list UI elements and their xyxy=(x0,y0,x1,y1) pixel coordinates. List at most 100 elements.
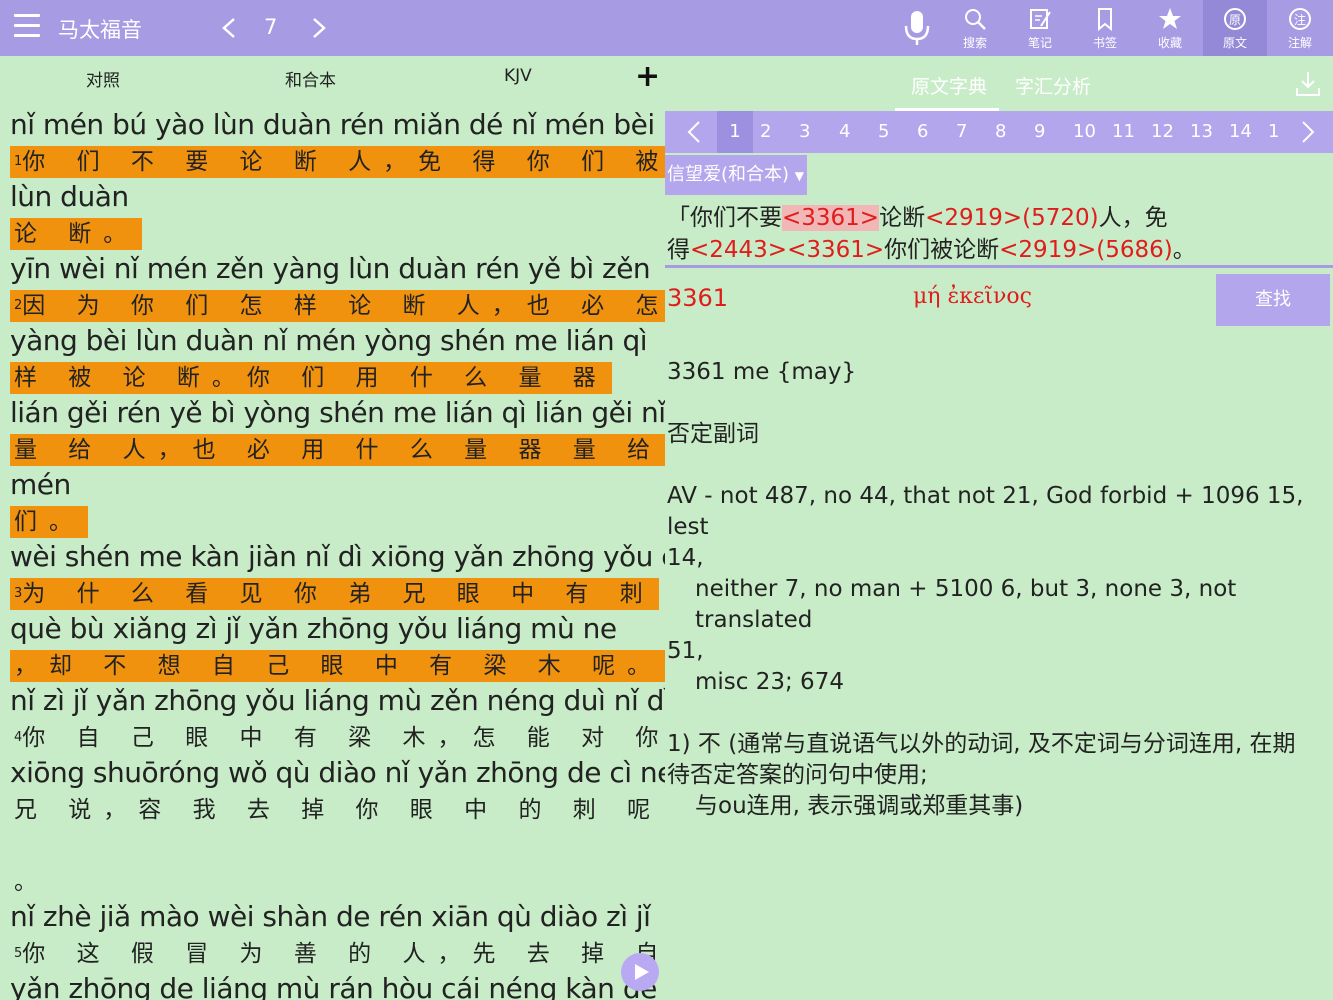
highlighted-text: 量 给 人，也 必 用 什 么 量 器 量 给 你 xyxy=(10,434,665,466)
pinyin-line: yàng bèi lùn duàn nǐ mén yòng shén me li… xyxy=(10,324,648,357)
page-4[interactable]: 4 xyxy=(839,121,850,142)
notes-button[interactable]: 笔记 xyxy=(1008,0,1072,56)
annotation-label: 注解 xyxy=(1287,36,1312,50)
chinese-line[interactable]: 样 被 论 断。你 们 用 什 么 量 器 xyxy=(10,362,655,396)
pager-next-icon[interactable] xyxy=(1299,120,1317,144)
chinese-text: 因 为 你 们 怎 样 论 断 人，也 必 怎 xyxy=(22,293,665,319)
chinese-line[interactable]: 1你 们 不 要 论 断 人，免 得 你 们 被 xyxy=(10,146,665,180)
annotation-icon: 注 xyxy=(1289,8,1311,30)
download-icon[interactable] xyxy=(1295,70,1321,98)
strong-ref[interactable]: <2919>(5686) xyxy=(999,237,1173,263)
chapter-number[interactable]: 7 xyxy=(264,15,277,39)
find-button[interactable]: 查找 xyxy=(1216,274,1330,326)
page-3[interactable]: 3 xyxy=(799,121,810,142)
definition-line: 否定副词 xyxy=(667,421,759,447)
pinyin-line: lián gěi rén yě bì yòng shén me lián qì … xyxy=(10,396,665,429)
pinyin-line: lùn duàn xyxy=(10,180,129,213)
page-10[interactable]: 10 xyxy=(1073,121,1096,142)
hamburger-menu-icon[interactable] xyxy=(14,14,40,40)
page-6[interactable]: 6 xyxy=(917,121,928,142)
tab-word-analysis[interactable]: 字汇分析 xyxy=(1015,72,1091,99)
page-15[interactable]: 1 xyxy=(1268,121,1279,142)
version-label: 信望爱(和合本) xyxy=(667,164,790,185)
pager-prev-icon[interactable] xyxy=(685,120,703,144)
original-text-icon: 原 xyxy=(1224,8,1246,30)
definition-line: 14, xyxy=(667,545,704,571)
chinese-line[interactable]: 4你 自 己 眼 中 有 梁 木，怎 能 对 你 弟 xyxy=(10,722,665,756)
previous-chapter-icon[interactable] xyxy=(218,16,240,40)
note-icon xyxy=(1030,9,1051,29)
original-text-button[interactable]: 原 原文 xyxy=(1203,0,1267,56)
chinese-text: 你 这 假 冒 为 善 的 人，先 去 掉 自 己 xyxy=(22,941,665,967)
section-divider xyxy=(665,265,1333,268)
pinyin-line: què bù xiǎng zì jǐ yǎn zhōng yǒu liáng m… xyxy=(10,612,617,645)
chinese-line[interactable]: 论 断。 xyxy=(10,218,655,252)
chinese-line[interactable]: 5你 这 假 冒 为 善 的 人，先 去 掉 自 己 xyxy=(10,938,665,972)
highlighted-text: 1你 们 不 要 论 断 人，免 得 你 们 被 xyxy=(10,146,665,178)
favorites-label: 收藏 xyxy=(1157,36,1182,50)
page-11[interactable]: 11 xyxy=(1112,121,1135,142)
add-icon[interactable]: + xyxy=(635,62,660,92)
chinese-line[interactable]: 兄 说，容 我 去 掉 你 眼 中 的 刺 呢 xyxy=(10,794,655,828)
page-8[interactable]: 8 xyxy=(995,121,1006,142)
page-13[interactable]: 13 xyxy=(1190,121,1213,142)
page-2[interactable]: 2 xyxy=(760,121,771,142)
strong-ref[interactable]: <2919>(5720) xyxy=(925,205,1099,231)
chinese-line[interactable]: ，却 不 想 自 己 眼 中 有 梁 木 呢。 xyxy=(10,650,665,684)
page-9[interactable]: 9 xyxy=(1034,121,1045,142)
version-dropdown[interactable]: 信望爱(和合本) ▼ xyxy=(665,155,807,195)
book-title[interactable]: 马太福音 xyxy=(58,14,142,44)
next-chapter-icon[interactable] xyxy=(308,16,330,40)
play-icon xyxy=(635,964,649,980)
tab-kjv[interactable]: KJV xyxy=(504,66,532,86)
tagged-verse-text: 「你们不要<3361>论断<2919>(5720)人，免 得<2443><336… xyxy=(667,202,1327,266)
definition-line: 待否定答案的问句中使用; xyxy=(667,762,928,788)
definition-line: 51, xyxy=(667,638,704,664)
chinese-line[interactable]: 。 xyxy=(10,866,655,900)
search-label: 搜索 xyxy=(962,36,987,50)
definition-line: 3361 me {may} xyxy=(667,359,857,385)
pinyin-line xyxy=(10,828,655,866)
bookmark-button[interactable]: 书签 xyxy=(1073,0,1137,56)
strong-ref-selected[interactable]: <3361> xyxy=(782,205,880,231)
chinese-text: 你 们 不 要 论 断 人，免 得 你 们 被 xyxy=(22,149,665,175)
page-1[interactable]: 1 xyxy=(717,111,753,153)
verse-text-segment: 「你们不要 xyxy=(667,205,782,231)
verse-text-segment: 论断 xyxy=(879,205,926,231)
chinese-line[interactable]: 2因 为 你 们 怎 样 论 断 人，也 必 怎 xyxy=(10,290,665,324)
favorites-button[interactable]: 收藏 xyxy=(1138,0,1202,56)
original-text-label: 原文 xyxy=(1222,36,1247,50)
annotation-button[interactable]: 注 注解 xyxy=(1268,0,1332,56)
tab-parallel[interactable]: 对照 xyxy=(86,66,120,91)
bookmark-icon xyxy=(1098,8,1112,32)
page-7[interactable]: 7 xyxy=(956,121,967,142)
page-14[interactable]: 14 xyxy=(1229,121,1252,142)
play-audio-button[interactable] xyxy=(621,953,659,991)
star-icon xyxy=(1159,8,1181,29)
highlighted-text: 样 被 论 断。你 们 用 什 么 量 器 xyxy=(10,362,612,394)
chinese-text: 为 什 么 看 见 你 弟 兄 眼 中 有 刺 xyxy=(22,581,655,607)
bible-text-pane[interactable]: 对照 和合本 KJV + nǐ mén bú yào lùn duàn rén … xyxy=(0,56,665,1000)
tab-cuv[interactable]: 和合本 xyxy=(285,66,336,91)
chinese-line[interactable]: 们。 xyxy=(10,506,655,540)
strong-ref[interactable]: <2443><3361> xyxy=(690,237,884,263)
chinese-text: 量 给 人，也 必 用 什 么 量 器 量 给 你 xyxy=(14,437,665,463)
page-12[interactable]: 12 xyxy=(1151,121,1174,142)
verse-text-segment: 你们被论断 xyxy=(884,237,1000,263)
definition-line: 与ou连用, 表示强调或郑重其事) xyxy=(695,793,1024,819)
verse-text: 5你 这 假 冒 为 善 的 人，先 去 掉 自 己 xyxy=(10,938,665,970)
microphone-icon[interactable] xyxy=(900,8,934,48)
chinese-line[interactable]: 量 给 人，也 必 用 什 么 量 器 量 给 你 xyxy=(10,434,665,468)
page-5[interactable]: 5 xyxy=(878,121,889,142)
original-text-pane: 原文字典 字汇分析 1 2 3 4 5 6 7 8 9 10 11 12 13 14 1 信望爱(和合本) … xyxy=(665,56,1333,1000)
svg-text:原: 原 xyxy=(1229,13,1241,27)
verse-text-segment: 得 xyxy=(667,237,690,263)
tab-original-dictionary[interactable]: 原文字典 xyxy=(911,72,987,99)
greek-word: μή ἐκεῖνος xyxy=(913,284,1032,309)
chinese-text: 们。 xyxy=(14,509,84,535)
search-button[interactable]: 搜索 xyxy=(943,0,1007,56)
chinese-line[interactable]: 3为 什 么 看 见 你 弟 兄 眼 中 有 刺 xyxy=(10,578,659,612)
highlighted-text: 论 断。 xyxy=(10,218,143,250)
definition-line: 1) 不 (通常与直说语气以外的动词, 及不定词与分词连用, 在期 xyxy=(667,731,1296,757)
chinese-text: 。 xyxy=(14,869,49,895)
